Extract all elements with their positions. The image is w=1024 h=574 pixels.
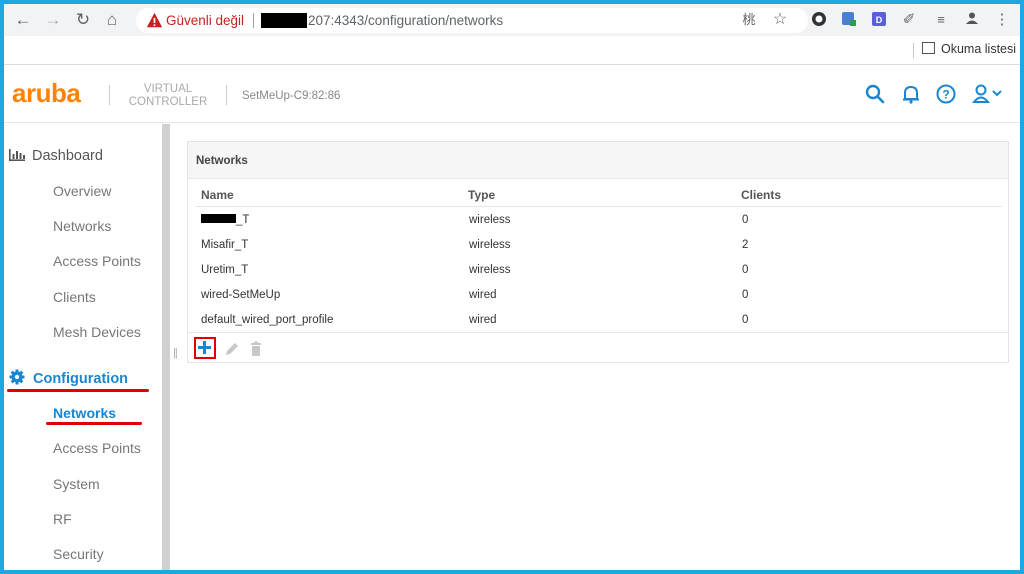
forward-icon[interactable]: → (42, 9, 64, 31)
reading-list-icon (922, 42, 935, 54)
actions-divider (188, 332, 1008, 333)
redacted-host (261, 13, 307, 28)
header-divider (196, 206, 1002, 207)
sidebar-section-configuration[interactable]: Configuration (9, 369, 128, 389)
svg-text:?: ? (942, 88, 949, 102)
virtual-controller-label: VIRTUAL CONTROLLER (128, 83, 208, 108)
table-row-clients: 0 (742, 289, 749, 301)
column-header-name[interactable]: Name (201, 188, 234, 202)
networks-panel: Networks Name Type Clients _T wireless 0… (187, 141, 1009, 363)
app-header: aruba VIRTUAL CONTROLLER SetMeUp-C9:82:8… (4, 65, 1020, 123)
sidebar-item-system[interactable]: System (53, 476, 100, 492)
menu-icon[interactable]: ⋮ (993, 11, 1011, 29)
sidebar-scrollbar[interactable] (162, 124, 170, 570)
reading-list-label: Okuma listesi (941, 42, 1017, 56)
delete-icon[interactable] (246, 339, 266, 359)
screenshot-frame: ← → ↻ ⌂ Güvenli değil 207:4343/configura… (0, 0, 1024, 574)
sidebar-item-mesh-devices[interactable]: Mesh Devices (53, 324, 141, 340)
security-warning-text[interactable]: Güvenli değil (166, 13, 244, 28)
annotation-underline (46, 422, 142, 425)
table-row-type: wired (469, 289, 497, 301)
help-icon[interactable]: ? (935, 83, 957, 105)
edit-icon[interactable] (222, 339, 242, 359)
annotation-underline (7, 389, 149, 392)
column-header-clients[interactable]: Clients (741, 188, 781, 202)
table-row-name[interactable]: Misafir_T (201, 239, 248, 251)
aruba-logo[interactable]: aruba (12, 78, 81, 109)
user-icon[interactable] (972, 83, 1008, 105)
search-icon[interactable] (864, 83, 886, 105)
redacted-name (201, 214, 236, 223)
sidebar-item-rf[interactable]: RF (53, 511, 72, 527)
address-bar[interactable]: Güvenli değil 207:4343/configuration/net… (136, 8, 808, 33)
reading-list-button[interactable]: Okuma listesi (922, 42, 1016, 56)
dashboard-icon (9, 149, 25, 161)
sidebar-item-access-points[interactable]: Access Points (53, 253, 141, 269)
extension-icon[interactable] (810, 11, 828, 29)
sidebar-item-security[interactable]: Security (53, 546, 104, 562)
panel-title: Networks (188, 142, 1008, 179)
sidebar-item-overview[interactable]: Overview (53, 183, 111, 199)
table-row-name[interactable]: wired-SetMeUp (201, 289, 280, 301)
home-icon[interactable]: ⌂ (101, 9, 123, 31)
column-header-type[interactable]: Type (468, 188, 495, 202)
extension-icon[interactable]: ✐ (900, 11, 918, 29)
bookmarks-separator (913, 43, 914, 58)
sidebar-item-networks[interactable]: Networks (53, 218, 111, 234)
profile-icon[interactable] (963, 11, 981, 29)
controller-name: SetMeUp-C9:82:86 (242, 90, 341, 102)
table-row-clients: 0 (742, 214, 749, 226)
bell-icon[interactable] (900, 83, 922, 105)
sidebar-item-access-points[interactable]: Access Points (53, 440, 141, 456)
table-row-type: wireless (469, 214, 511, 226)
sidebar-section-label: Dashboard (32, 148, 103, 164)
reload-icon[interactable]: ↻ (72, 9, 94, 31)
url-text[interactable]: 207:4343/configuration/networks (308, 13, 503, 28)
table-row-clients: 0 (742, 264, 749, 276)
header-separator (109, 85, 110, 105)
back-icon[interactable]: ← (12, 9, 34, 31)
bookmarks-bar: Okuma listesi (4, 36, 1020, 65)
add-icon (198, 341, 211, 354)
extension-icon[interactable]: D (870, 11, 888, 29)
add-network-button[interactable] (194, 337, 216, 359)
browser-toolbar: ← → ↻ ⌂ Güvenli değil 207:4343/configura… (4, 4, 1020, 36)
header-separator (226, 85, 227, 105)
translate-icon[interactable]: 桃 (740, 11, 758, 29)
table-row-name[interactable]: Uretim_T (201, 264, 248, 276)
sidebar: Dashboard Overview Networks Access Point… (4, 124, 170, 570)
table-row-type: wireless (469, 264, 511, 276)
splitter-handle[interactable]: || (173, 347, 178, 359)
gear-icon (9, 369, 25, 385)
table-row-type: wired (469, 314, 497, 326)
sidebar-section-dashboard[interactable]: Dashboard (9, 148, 103, 168)
svg-text:D: D (876, 15, 883, 25)
sidebar-item-clients[interactable]: Clients (53, 289, 96, 305)
star-icon[interactable]: ☆ (771, 11, 789, 29)
extension-icon[interactable] (840, 11, 858, 29)
table-row-clients: 2 (742, 239, 749, 251)
media-icon[interactable]: ≡ (932, 11, 950, 29)
omnibox-separator (253, 13, 254, 28)
warning-icon (146, 12, 163, 28)
sidebar-item-networks-active[interactable]: Networks (53, 405, 116, 421)
table-row-type: wireless (469, 239, 511, 251)
table-row-clients: 0 (742, 314, 749, 326)
table-row-name[interactable]: _T (201, 214, 249, 226)
table-row-name[interactable]: default_wired_port_profile (201, 314, 333, 326)
sidebar-section-label: Configuration (33, 371, 129, 387)
